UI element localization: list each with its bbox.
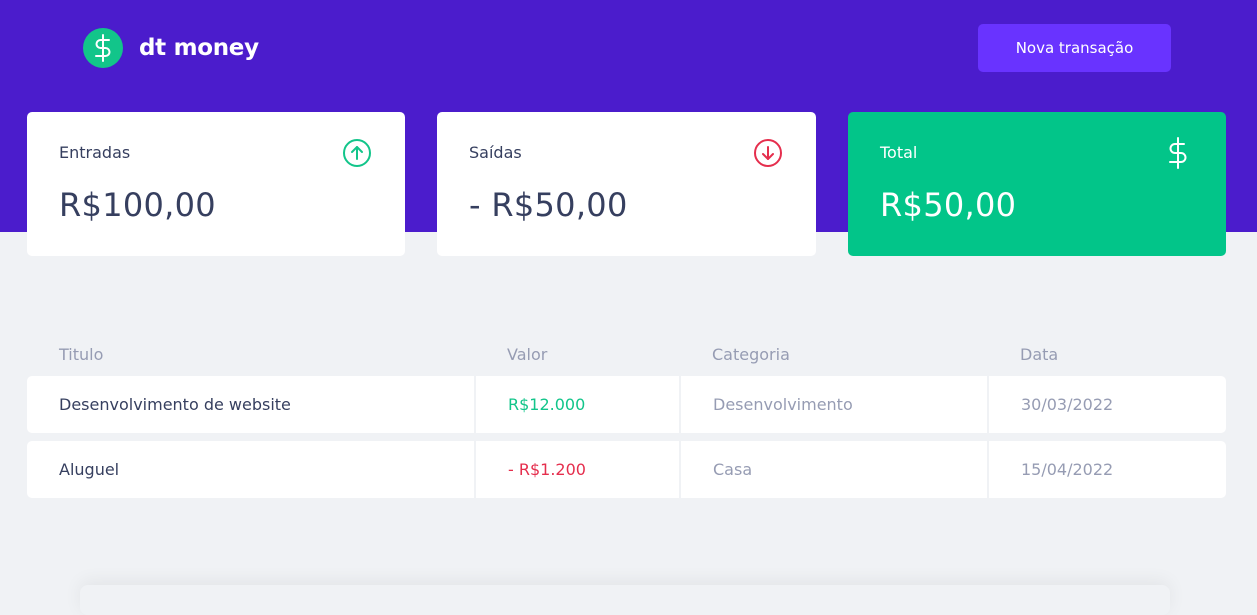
transactions-table: Titulo Valor Categoria Data Desenvolvime… <box>27 336 1226 506</box>
income-value: R$100,00 <box>59 186 216 224</box>
header-title: Titulo <box>59 345 104 364</box>
dollar-logo-icon <box>83 28 123 68</box>
table-row[interactable]: Desenvolvimento de website R$12.000 Dese… <box>27 376 1226 433</box>
modal-edge <box>80 585 1170 615</box>
logo: dt money <box>83 28 259 68</box>
arrow-down-circle-icon <box>754 139 782 167</box>
row-amount: - R$1.200 <box>476 441 679 498</box>
app-name: dt money <box>139 35 259 61</box>
row-title: Aluguel <box>27 441 474 498</box>
row-category: Desenvolvimento <box>681 376 987 433</box>
dollar-icon <box>1169 137 1187 169</box>
row-date: 30/03/2022 <box>989 376 1226 433</box>
total-card: Total R$50,00 <box>848 112 1226 256</box>
row-amount: R$12.000 <box>476 376 679 433</box>
outcome-value: - R$50,00 <box>469 186 628 224</box>
arrow-up-circle-icon <box>343 139 371 167</box>
row-category: Casa <box>681 441 987 498</box>
outcome-label: Saídas <box>469 143 522 162</box>
income-label: Entradas <box>59 143 131 162</box>
total-value: R$50,00 <box>880 186 1017 224</box>
table-header: Titulo Valor Categoria Data <box>27 336 1226 376</box>
outcome-card: Saídas - R$50,00 <box>437 112 816 256</box>
row-date: 15/04/2022 <box>989 441 1226 498</box>
income-card: Entradas R$100,00 <box>27 112 405 256</box>
header-category: Categoria <box>712 345 790 364</box>
new-transaction-button[interactable]: Nova transação <box>978 24 1171 72</box>
total-label: Total <box>880 143 918 162</box>
header-date: Data <box>1020 345 1059 364</box>
row-title: Desenvolvimento de website <box>27 376 474 433</box>
header-amount: Valor <box>507 345 548 364</box>
table-row[interactable]: Aluguel - R$1.200 Casa 15/04/2022 <box>27 441 1226 498</box>
